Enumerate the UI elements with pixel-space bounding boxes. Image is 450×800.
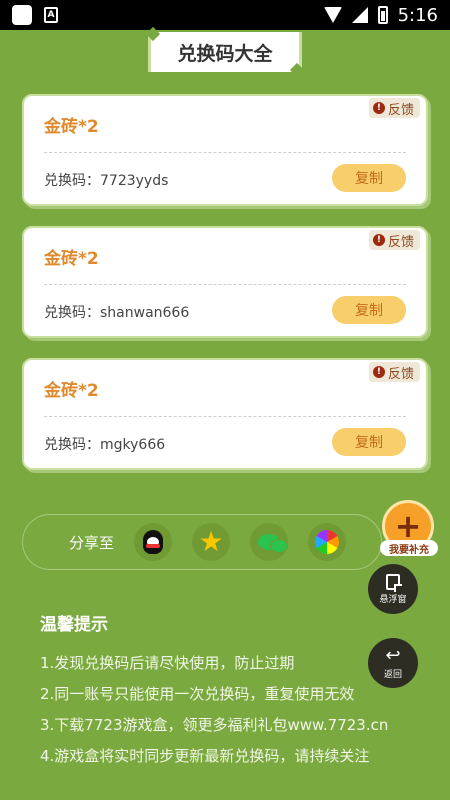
wechat-icon <box>258 534 289 553</box>
alert-icon: ! <box>372 102 385 114</box>
reward-title: 金砖*2 <box>44 381 99 401</box>
reward-title: 金砖*2 <box>44 117 99 137</box>
code-card: 金砖*2 ! 反馈 兑换码：mgky666 复制 <box>22 358 428 470</box>
signal-icon <box>351 7 368 23</box>
feedback-button[interactable]: ! 反馈 <box>368 362 420 382</box>
qzone-share-button[interactable]: ★ <box>192 523 231 561</box>
tip-item: 1.发现兑换码后请尽快使用，防止过期 <box>40 654 295 672</box>
text-notification-icon: A <box>44 7 58 23</box>
alert-icon: ! <box>372 366 385 378</box>
code-card: 金砖*2 ! 反馈 兑换码：7723yyds 复制 <box>22 94 428 206</box>
feedback-label: 反馈 <box>387 234 414 250</box>
divider <box>44 152 406 153</box>
reward-title: 金砖*2 <box>44 249 99 269</box>
feedback-label: 反馈 <box>387 366 414 382</box>
feedback-button[interactable]: ! 反馈 <box>368 230 420 250</box>
clock: 5:16 <box>397 4 438 26</box>
moments-share-button[interactable] <box>308 523 347 561</box>
code-text: 兑换码：mgky666 <box>44 437 166 453</box>
qzone-star-icon: ★ <box>198 525 224 558</box>
wechat-share-button[interactable] <box>250 523 289 561</box>
float-window-icon <box>386 573 402 592</box>
copy-button[interactable]: 复制 <box>332 164 406 192</box>
status-bar: A 5:16 <box>0 0 450 30</box>
back-button[interactable]: ↩ 返回 <box>368 638 418 688</box>
battery-icon <box>377 6 388 24</box>
feedback-label: 反馈 <box>387 102 414 118</box>
float-window-button[interactable]: 悬浮窗 <box>368 564 418 614</box>
alert-icon: ! <box>372 234 385 246</box>
tips-title: 温馨提示 <box>40 615 108 635</box>
app-notification-icon <box>12 5 32 25</box>
code-text: 兑换码：shanwan666 <box>44 305 190 321</box>
float-window-label: 悬浮窗 <box>379 594 407 605</box>
tip-item: 3.下载7723游戏盒，领更多福利礼包www.7723.cn <box>40 716 389 734</box>
moments-icon <box>315 530 340 554</box>
divider <box>44 416 406 417</box>
tip-item: 2.同一账号只能使用一次兑换码，重复使用无效 <box>40 685 355 703</box>
qq-share-button[interactable] <box>134 523 173 561</box>
share-bar: 分享至 ★ <box>22 514 382 570</box>
page-title: 兑换码大全 <box>148 32 302 72</box>
divider <box>44 284 406 285</box>
wifi-icon <box>323 7 342 23</box>
code-text: 兑换码：7723yyds <box>44 173 169 189</box>
feedback-button[interactable]: ! 反馈 <box>368 98 420 118</box>
code-card: 金砖*2 ! 反馈 兑换码：shanwan666 复制 <box>22 226 428 338</box>
share-label: 分享至 <box>69 533 115 552</box>
copy-button[interactable]: 复制 <box>332 428 406 456</box>
qq-icon <box>143 530 164 554</box>
back-arrow-icon: ↩ <box>385 644 401 666</box>
copy-button[interactable]: 复制 <box>332 296 406 324</box>
supplement-label: 我要补充 <box>380 540 438 556</box>
supplement-button[interactable]: + 我要补充 <box>380 500 438 558</box>
back-label: 返回 <box>383 669 402 680</box>
tip-item: 4.游戏盒将实时同步更新最新兑换码，请持续关注 <box>40 747 370 765</box>
